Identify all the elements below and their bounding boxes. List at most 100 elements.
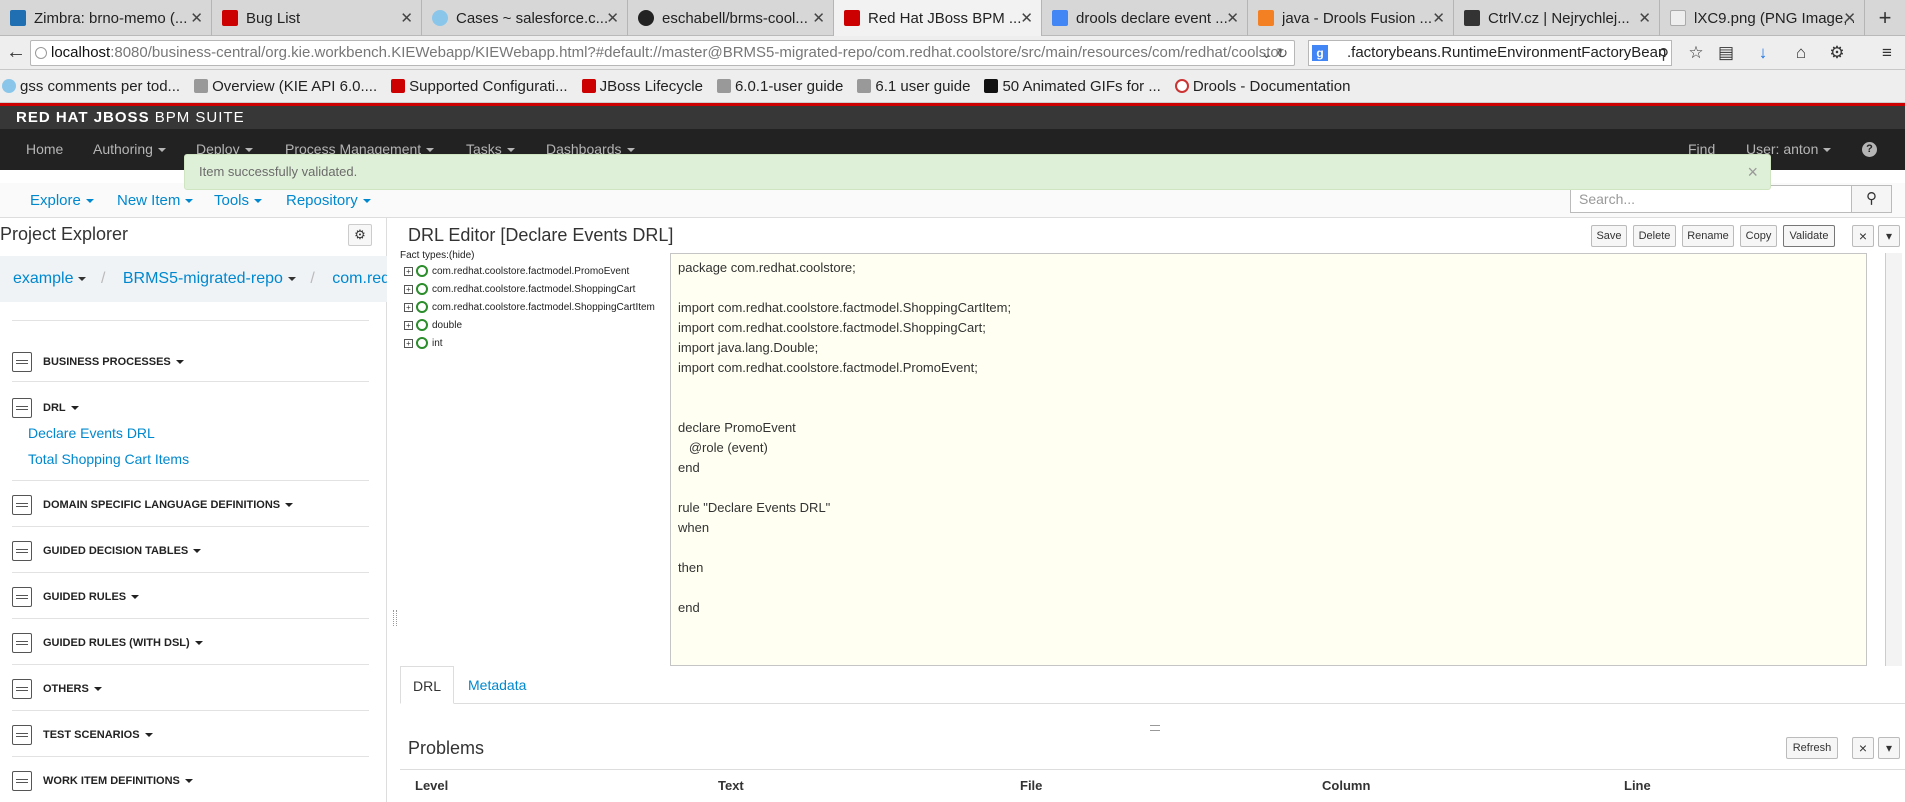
bookmark-item[interactable]: 6.0.1-user guide <box>716 78 843 95</box>
divider <box>12 664 369 665</box>
browser-tab[interactable]: java - Drools Fusion ... ✕ <box>1248 0 1454 36</box>
rename-button[interactable]: Rename <box>1682 225 1734 247</box>
caret-down-icon <box>184 779 193 783</box>
browser-tab[interactable]: eschabell/brms-cool... ✕ <box>628 0 834 36</box>
reload-icon[interactable]: ⌄ ↻ <box>1261 41 1288 65</box>
section-guided-decision-tables[interactable]: GUIDED DECISION TABLES <box>12 539 202 563</box>
tools-menu[interactable]: Tools <box>214 192 263 209</box>
explore-menu[interactable]: Explore <box>30 192 94 209</box>
fact-type-item[interactable]: + com.redhat.coolstore.factmodel.Shopping… <box>404 281 635 297</box>
bookmark-item[interactable]: Supported Configurati... <box>391 78 568 95</box>
menu-home[interactable]: Home <box>26 129 63 170</box>
problems-menu-icon[interactable]: ▾ <box>1878 737 1900 759</box>
section-work-item-definitions[interactable]: WORK ITEM DEFINITIONS <box>12 769 193 793</box>
close-tab-icon[interactable]: ✕ <box>606 9 619 27</box>
section-dsl-definitions[interactable]: DOMAIN SPECIFIC LANGUAGE DEFINITIONS <box>12 493 294 517</box>
extension-icon[interactable]: ⚙ <box>1826 42 1848 64</box>
back-arrow-icon[interactable]: ← <box>4 41 28 65</box>
expand-icon[interactable]: + <box>404 338 413 348</box>
expand-icon[interactable]: + <box>404 266 413 276</box>
resize-grip-icon[interactable] <box>1150 725 1160 731</box>
breadcrumb-repository[interactable]: BRMS5-migrated-repo <box>123 270 296 287</box>
breadcrumb-organization[interactable]: example <box>13 270 87 287</box>
close-tab-icon[interactable]: ✕ <box>1432 9 1445 27</box>
search-icon[interactable]: ⚲ <box>1852 185 1892 213</box>
refresh-button[interactable]: Refresh <box>1786 737 1838 759</box>
section-others[interactable]: OTHERS <box>12 677 102 701</box>
expand-icon[interactable]: + <box>404 302 413 312</box>
section-test-scenarios[interactable]: TEST SCENARIOS <box>12 723 153 747</box>
column-header-file[interactable]: File <box>1020 778 1042 793</box>
menu-authoring[interactable]: Authoring <box>93 129 166 170</box>
breadcrumb-project[interactable]: com.redhat.co <box>332 270 387 287</box>
help-icon[interactable]: ? <box>1862 142 1877 157</box>
gear-icon[interactable]: ⚙ <box>348 224 372 246</box>
close-editor-icon[interactable]: × <box>1852 225 1874 247</box>
bookmark-item[interactable]: 6.1 user guide <box>857 78 970 95</box>
delete-button[interactable]: Delete <box>1633 225 1676 247</box>
expand-icon[interactable]: + <box>404 320 413 330</box>
section-guided-rules[interactable]: GUIDED RULES <box>12 585 140 609</box>
close-tab-icon[interactable]: ✕ <box>1843 9 1856 27</box>
search-engine-icon[interactable]: g <box>1312 45 1328 61</box>
new-item-menu[interactable]: New Item <box>117 192 194 209</box>
image-favicon-icon <box>1670 10 1686 26</box>
column-header-text[interactable]: Text <box>718 778 744 793</box>
download-icon[interactable]: ↓ <box>1752 42 1774 64</box>
fact-type-item[interactable]: + com.redhat.coolstore.factmodel.Shopping… <box>404 299 655 315</box>
bookmark-item[interactable]: Overview (KIE API 6.0.... <box>194 78 377 95</box>
editor-scrollbar[interactable] <box>1885 253 1902 666</box>
repository-menu[interactable]: Repository <box>286 192 371 209</box>
site-identity-icon[interactable] <box>35 47 47 59</box>
close-tab-icon[interactable]: ✕ <box>190 9 203 27</box>
fact-type-item[interactable]: + com.redhat.coolstore.factmodel.PromoEve… <box>404 263 629 279</box>
caret-down-icon <box>626 148 635 153</box>
bookmark-item[interactable]: 50 Animated GIFs for ... <box>984 78 1161 95</box>
home-icon[interactable]: ⌂ <box>1790 42 1812 64</box>
column-header-line[interactable]: Line <box>1624 778 1651 793</box>
column-header-column[interactable]: Column <box>1322 778 1370 793</box>
close-alert-icon[interactable]: × <box>1747 155 1758 189</box>
validate-button[interactable]: Validate <box>1783 225 1835 247</box>
copy-button[interactable]: Copy <box>1740 225 1777 247</box>
url-bar[interactable]: localhost:8080/business-central/org.kie.… <box>30 40 1295 66</box>
column-header-level[interactable]: Level <box>415 778 448 793</box>
asset-declare-events-drl[interactable]: Declare Events DRL <box>28 425 155 441</box>
drl-code-textarea[interactable]: package com.redhat.coolstore; import com… <box>670 253 1867 666</box>
expand-icon[interactable]: + <box>404 284 413 294</box>
panel-splitter-handle[interactable] <box>393 610 397 626</box>
browser-tab[interactable]: Cases ~ salesforce.c... ✕ <box>422 0 628 36</box>
section-drl[interactable]: DRL <box>12 396 79 420</box>
browser-menu-icon[interactable]: ≡ <box>1876 42 1898 64</box>
tab-metadata[interactable]: Metadata <box>456 666 538 704</box>
fact-type-item[interactable]: + int <box>404 335 443 351</box>
fact-types-header[interactable]: Fact types:(hide) <box>400 250 474 261</box>
close-problems-icon[interactable]: × <box>1852 737 1874 759</box>
section-business-processes[interactable]: BUSINESS PROCESSES <box>12 350 184 374</box>
search-icon[interactable]: ⚲ <box>1658 43 1669 65</box>
save-button[interactable]: Save <box>1591 225 1627 247</box>
bookmark-item[interactable]: JBoss Lifecycle <box>581 78 703 95</box>
browser-tab[interactable]: drools declare event ... ✕ <box>1042 0 1248 36</box>
bookmark-item[interactable]: gss comments per tod... <box>2 78 180 95</box>
bookmark-item[interactable]: Drools - Documentation <box>1174 78 1350 95</box>
browser-search-bar[interactable]: g .factorybeans.RuntimeEnvironmentFactor… <box>1308 40 1672 66</box>
bookmark-star-icon[interactable]: ☆ <box>1685 42 1707 64</box>
section-guided-rules-dsl[interactable]: GUIDED RULES (WITH DSL) <box>12 631 203 655</box>
tab-drl[interactable]: DRL <box>400 666 455 704</box>
reading-list-icon[interactable]: ▤ <box>1715 42 1737 64</box>
close-tab-icon[interactable]: ✕ <box>1226 9 1239 27</box>
new-tab-button[interactable]: + <box>1865 0 1905 35</box>
browser-tab-active[interactable]: Red Hat JBoss BPM ... ✕ <box>834 0 1042 36</box>
browser-tab[interactable]: lXC9.png (PNG Image, ... ✕ <box>1660 0 1865 36</box>
browser-tab[interactable]: CtrlV.cz | Nejrychlej... ✕ <box>1454 0 1660 36</box>
asset-total-shopping-cart-items[interactable]: Total Shopping Cart Items <box>28 451 189 467</box>
fact-type-item[interactable]: + double <box>404 317 462 333</box>
close-tab-icon[interactable]: ✕ <box>1020 9 1033 27</box>
browser-tab[interactable]: Zimbra: brno-memo (... ✕ <box>0 0 212 36</box>
close-tab-icon[interactable]: ✕ <box>812 9 825 27</box>
browser-tab[interactable]: Bug List ✕ <box>212 0 422 36</box>
close-tab-icon[interactable]: ✕ <box>1638 9 1651 27</box>
editor-menu-icon[interactable]: ▾ <box>1878 225 1900 247</box>
close-tab-icon[interactable]: ✕ <box>400 9 413 27</box>
